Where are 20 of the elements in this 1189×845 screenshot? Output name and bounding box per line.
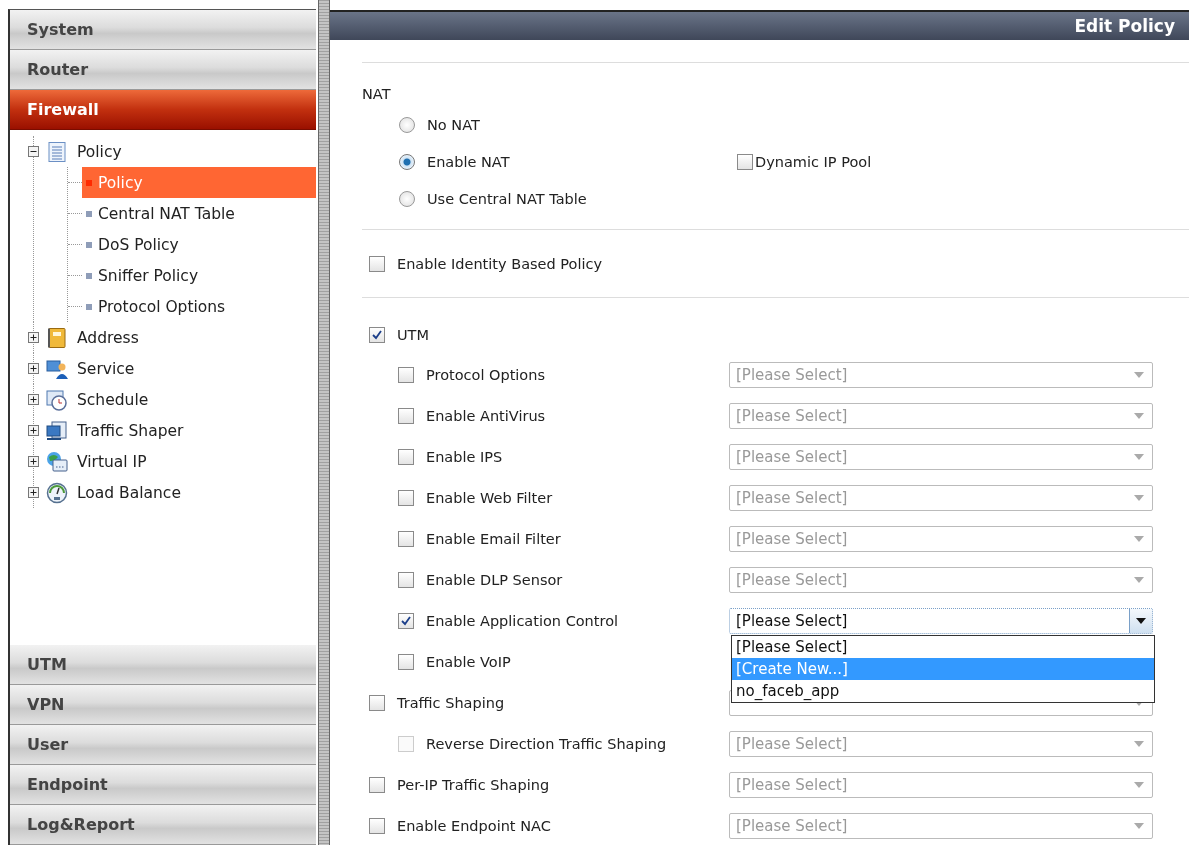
checkbox-label: Dynamic IP Pool [755,153,872,170]
checkbox-label: Enable VoIP [426,653,511,670]
checkbox-label: Enable Identity Based Policy [397,255,602,272]
checkbox-label: UTM [397,327,429,343]
checkbox-label: Per-IP Traffic Shaping [397,776,550,793]
checkbox-label: Protocol Options [426,366,545,383]
checkbox-label: Enable Email Filter [426,530,561,547]
radio-label: Enable NAT [427,153,511,170]
radio-label: No NAT [427,116,481,133]
checkbox-label: Traffic Shaping [397,694,505,711]
page-title: Edit Policy [1074,16,1175,36]
checkbox-label: Enable IPS [426,448,503,465]
section-label: NAT [362,85,392,104]
checkbox-label: Enable DLP Sensor [426,571,563,588]
checkbox-label: Enable Application Control [426,612,619,629]
checkbox-label: Enable Web Filter [426,489,553,506]
checkbox-label: Enable Endpoint NAC [397,817,551,834]
checkbox-label: Reverse Direction Traffic Shaping [426,735,667,752]
checkbox-label: Enable AntiVirus [426,407,546,424]
radio-label: Use Central NAT Table [427,190,588,207]
